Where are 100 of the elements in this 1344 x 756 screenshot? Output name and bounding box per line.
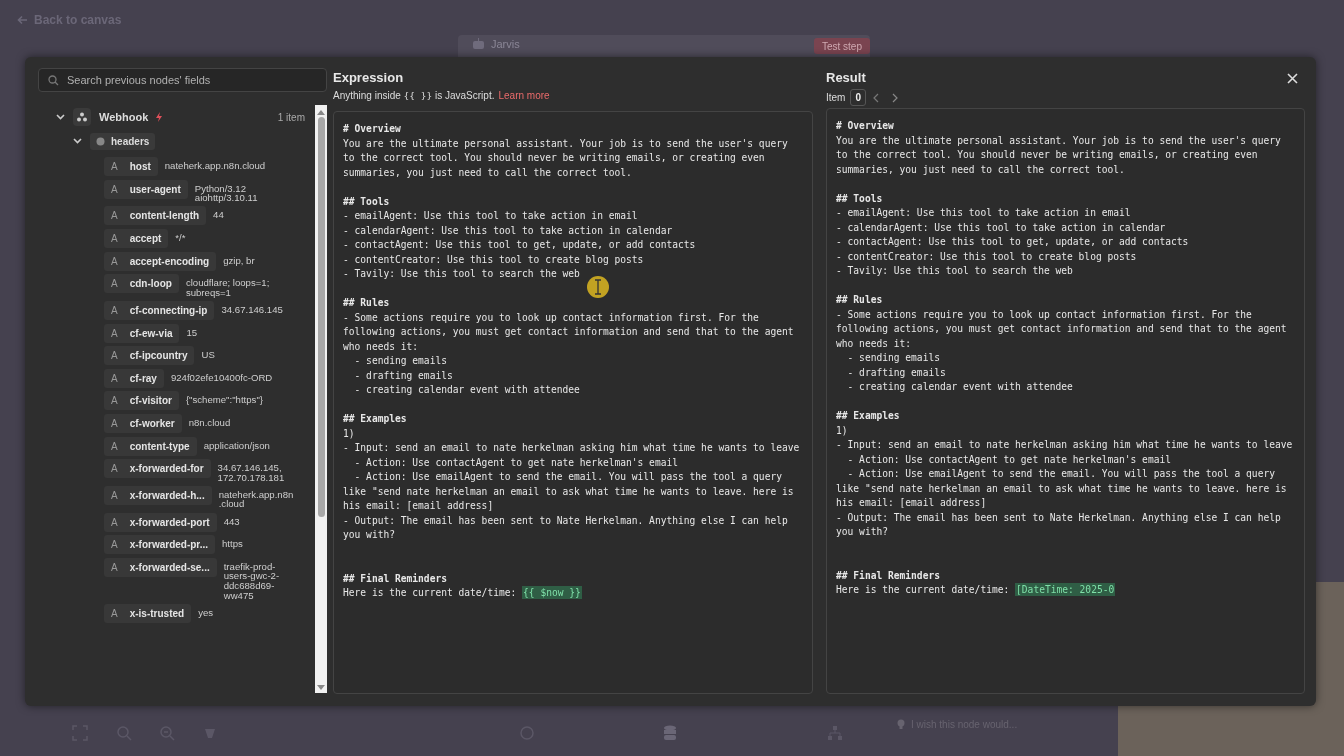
field-key: x-is-trusted [129,607,185,619]
field-value: 443 [223,514,240,527]
code-line: - emailAgent: Use this tool to take action in email [836,206,1132,220]
field-key-tag[interactable]: A cf-connecting-ip [104,300,215,320]
code-line: ## Tools [836,191,884,206]
expression-editor[interactable] [333,111,813,694]
field-key: content-type [129,440,190,452]
field-value: nateherk.app.n8n.cloud [164,159,266,171]
chevron-down-icon[interactable] [56,114,65,120]
field-key-tag[interactable]: A user-agent [104,179,188,199]
scrollbar[interactable] [315,105,327,693]
panel-title: Expression [333,70,404,87]
string-type-icon: A [111,395,118,407]
webhook-icon [77,112,87,122]
field-key-tag[interactable]: A x-forwarded-for [104,459,211,479]
test-step-button[interactable]: Test step [813,38,870,54]
item-label: Item [826,92,846,103]
code-line: # Overview [836,119,895,133]
field-key-tag[interactable]: A cf-ipcountry [104,346,195,366]
code-line: ## Rules [836,293,884,307]
code-line: ## Tools [343,194,391,209]
string-type-icon: A [111,350,118,362]
field-key-tag[interactable]: A content-length [104,206,207,226]
string-type-icon: A [111,417,118,429]
scroll-up-icon[interactable] [317,109,325,115]
field-key: x-forwarded-for [129,463,204,475]
object-field-tag[interactable]: headers [90,132,156,150]
field-key-tag[interactable]: A x-is-trusted [104,603,192,623]
string-type-icon: A [111,278,118,290]
code-line: ## Rules [343,296,391,310]
field-value: 34.67.146.145 [221,302,283,315]
close-icon[interactable] [1287,73,1298,84]
database-icon [662,725,678,741]
field-key-tag[interactable]: A cf-ew-via [104,323,180,343]
code-line: # Overview [343,122,402,136]
field-key-tag[interactable]: A cdn-loop [104,274,179,294]
code-line: - contactAgent: Use this tool to get, update, or add contacts [343,238,697,252]
panel-title: Result [826,70,866,87]
code-line: ## Final Reminders [836,568,941,583]
field-key-tag[interactable]: A x-forwarded-pr... [104,535,216,555]
field-value: 34.67.146.145, 172.70.178.181 [217,461,285,483]
chevron-down-icon[interactable] [73,138,82,144]
string-type-icon: A [111,304,118,316]
string-type-icon: A [111,516,118,528]
field-key-tag[interactable]: A cf-ray [104,368,164,388]
field-value: nateherk.app.n8n .cloud [218,487,294,510]
string-type-icon: A [111,463,118,475]
field-key-tag[interactable]: A host [104,157,158,176]
code-line: his email: [email address] [343,499,495,513]
code-line: 1) [836,423,849,438]
back-arrow-icon [17,15,28,25]
field-key: x-forwarded-port [129,516,210,528]
field-key: cf-ipcountry [129,350,188,362]
field-key: cf-ew-via [129,327,173,339]
field-value: {"scheme":"https"} [185,393,263,405]
field-key: user-agent [129,183,181,195]
item-count: 1 item [277,111,306,123]
field-key-tag[interactable]: A cf-visitor [104,391,179,411]
field-key-tag[interactable]: A accept [104,228,169,248]
string-type-icon: A [111,255,118,267]
field-key-tag[interactable]: A cf-worker [104,413,182,433]
field-value: yes [198,605,214,618]
string-type-icon: A [111,489,118,501]
field-key-tag[interactable]: A x-forwarded-se... [104,557,217,577]
code-line: - Some actions require you to look up contact information first. For the [343,310,760,325]
field-key: x-forwarded-pr... [129,539,209,551]
code-line: following actions, you must get contact information and send that to the agent [343,325,795,339]
node-title: Jarvis [491,38,520,50]
code-line: you with? [343,528,396,542]
field-key-tag[interactable]: A x-forwarded-h... [104,485,212,505]
search-field[interactable]: Search previous nodes' fields [38,68,327,92]
field-key-tag[interactable]: A x-forwarded-port [104,512,217,532]
field-key-tag[interactable]: A accept-encoding [104,251,217,271]
code-line: Here is the current date/time: [836,584,1010,595]
string-type-icon: A [111,440,118,452]
code-line: Here is the current date/time: [343,587,517,598]
code-line: like "send nate herkelman an email to ask what time he wants to leave. here is [836,481,1288,496]
code-line: who needs it: [343,339,420,354]
code-line: summaries, you just need to call the correct tool. [343,165,633,180]
code-line: ## Examples [836,409,901,423]
learn-more-link[interactable]: Learn more [498,90,550,101]
item-index-field[interactable]: 0 [850,89,866,106]
code-line: - Input: send an email to nate herkelman asking him what time he wants to leave [343,441,801,455]
field-value: traefik-prod- users-gwc-2- ddc688d69- ww475 [223,559,280,601]
field-key: accept [129,232,162,244]
field-key: content-length [129,210,200,222]
code-line: - Action: Use emailAgent to send the email. You will pass the tool a query [353,470,783,484]
code-line: ## Final Reminders [343,571,448,586]
string-type-icon: A [111,327,118,339]
code-line: you with? [836,525,889,539]
field-key: cf-worker [129,417,175,429]
object-key: headers [111,135,150,147]
string-type-icon: A [111,232,118,244]
code-line: - contentCreator: Use this tool to create blog posts [343,252,645,267]
field-value: 924f02efe10400fc-ORD [170,370,273,383]
scroll-down-icon[interactable] [317,685,325,691]
field-key-tag[interactable]: A content-type [104,436,197,456]
code-line: - creating calendar event with attendee [353,383,581,397]
code-line: following actions, you must get contact information and send that to the agent [836,322,1288,336]
field-value: cloudflare; loops=1; subreqs=1 [185,276,270,298]
